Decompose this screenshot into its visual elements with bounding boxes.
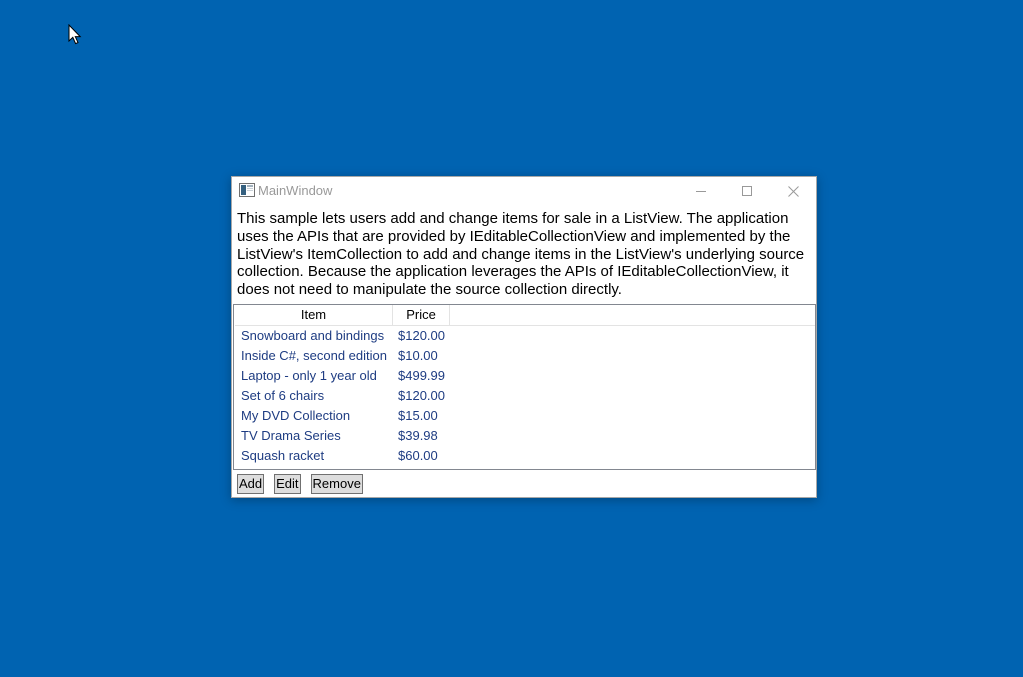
window-app-icon bbox=[239, 183, 255, 197]
maximize-button[interactable] bbox=[724, 177, 770, 205]
list-header: Item Price bbox=[235, 305, 815, 326]
list-item[interactable]: TV Drama Series $39.98 bbox=[235, 426, 815, 446]
item-price: $39.98 bbox=[398, 428, 438, 443]
close-button[interactable] bbox=[770, 177, 816, 205]
item-name: TV Drama Series bbox=[241, 428, 341, 443]
description-line: uses the APIs that are provided by IEdit… bbox=[237, 227, 791, 245]
caption-buttons bbox=[678, 177, 816, 205]
description-line: does not need to manipulate the source c… bbox=[237, 281, 622, 298]
add-button[interactable]: Add bbox=[237, 474, 265, 494]
column-header-item[interactable]: Item bbox=[235, 305, 393, 325]
items-list-view[interactable]: Item Price Snowboard and bindings $120.0… bbox=[233, 304, 816, 470]
item-price: $499.99 bbox=[398, 368, 445, 383]
item-price: $10.00 bbox=[398, 348, 438, 363]
close-icon bbox=[787, 185, 799, 197]
column-header-price[interactable]: Price bbox=[393, 305, 450, 325]
item-name: Squash racket bbox=[241, 448, 325, 463]
item-price: $120.00 bbox=[398, 388, 445, 403]
title-bar[interactable]: MainWindow bbox=[232, 177, 816, 205]
item-name: Set of 6 chairs bbox=[241, 388, 325, 403]
item-name: Laptop - only 1 year old bbox=[241, 368, 377, 383]
item-price: $60.00 bbox=[398, 448, 438, 463]
column-header-filler bbox=[450, 305, 815, 325]
description-line: ListView's ItemCollection to add and cha… bbox=[237, 245, 805, 263]
list-item[interactable]: My DVD Collection $15.00 bbox=[235, 406, 815, 426]
minimize-button[interactable] bbox=[678, 177, 724, 205]
edit-button[interactable]: Edit bbox=[274, 474, 301, 494]
description-line: collection. Because the application leve… bbox=[237, 263, 789, 281]
item-name: My DVD Collection bbox=[241, 408, 351, 423]
maximize-icon bbox=[742, 186, 752, 196]
minimize-icon bbox=[696, 191, 706, 192]
item-price: $120.00 bbox=[398, 328, 445, 343]
description-line: This sample lets users add and change it… bbox=[237, 210, 789, 227]
desktop: MainWindow This sample lets users add an… bbox=[0, 0, 1023, 677]
button-bar: Add Edit Remove bbox=[237, 474, 363, 494]
mouse-cursor-icon bbox=[68, 24, 82, 45]
main-window: MainWindow This sample lets users add an… bbox=[231, 176, 817, 498]
list-item[interactable]: Snowboard and bindings $120.00 bbox=[235, 326, 815, 346]
list-item[interactable]: Laptop - only 1 year old $499.99 bbox=[235, 366, 815, 386]
list-body: Snowboard and bindings $120.00 Inside C#… bbox=[235, 326, 815, 466]
list-item[interactable]: Set of 6 chairs $120.00 bbox=[235, 386, 815, 406]
description-text: This sample lets users add and change it… bbox=[237, 210, 815, 299]
item-price: $15.00 bbox=[398, 408, 438, 423]
item-name: Snowboard and bindings bbox=[241, 328, 385, 343]
item-name: Inside C#, second edition bbox=[241, 348, 387, 363]
list-item[interactable]: Squash racket $60.00 bbox=[235, 446, 815, 466]
list-item[interactable]: Inside C#, second edition $10.00 bbox=[235, 346, 815, 366]
window-title: MainWindow bbox=[258, 183, 333, 198]
remove-button[interactable]: Remove bbox=[310, 474, 363, 494]
